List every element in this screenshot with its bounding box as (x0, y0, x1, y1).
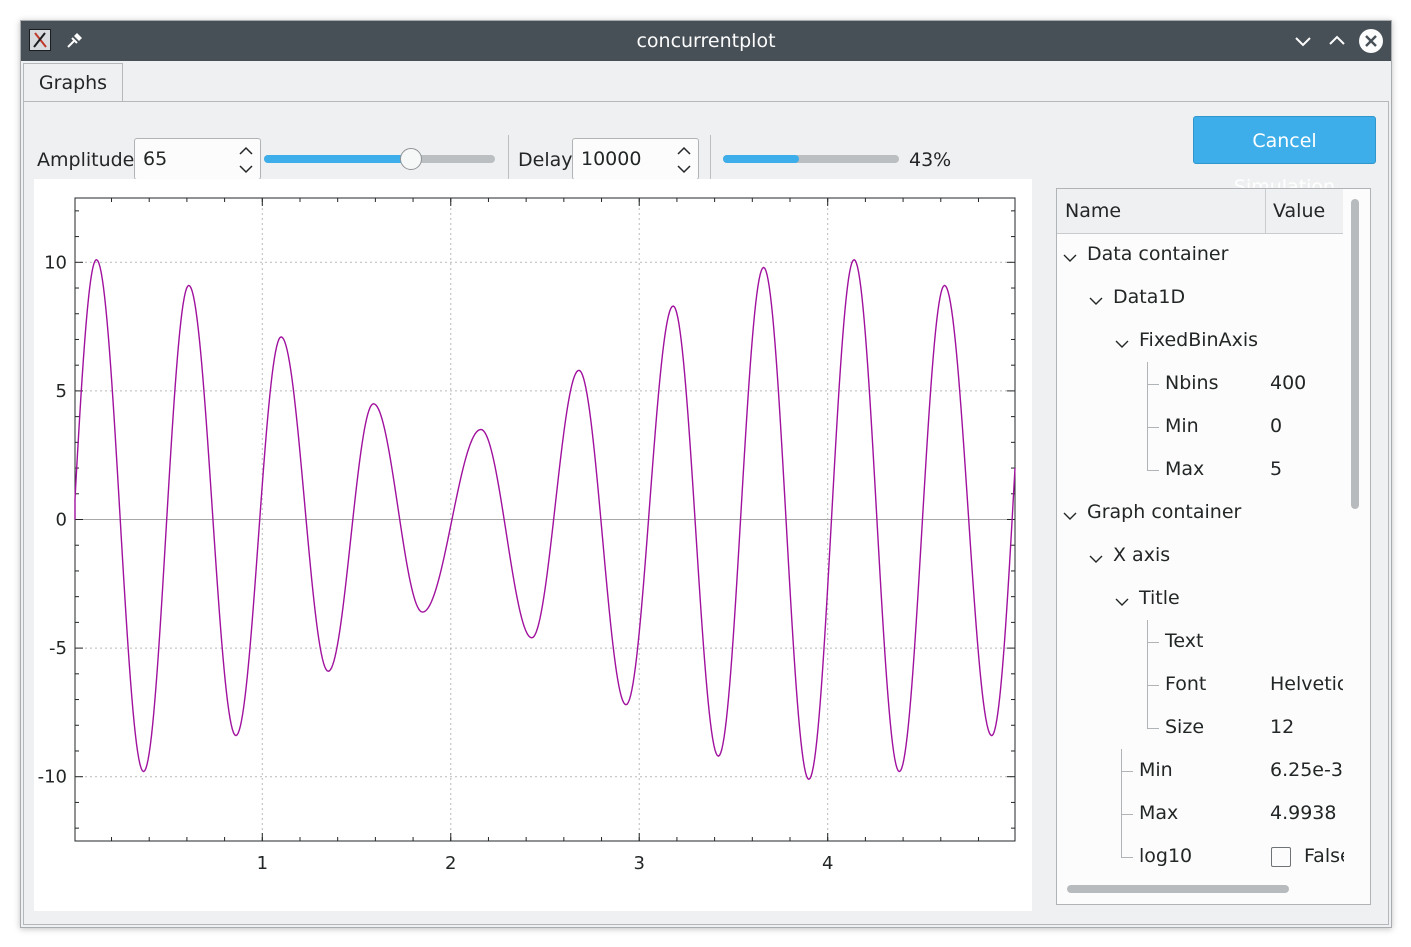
cancel-simulation-button[interactable]: Cancel Simulation (1193, 116, 1376, 198)
tree-guide-line (1147, 706, 1148, 728)
y-tick-label: 5 (56, 381, 67, 402)
tree-item-name: Data1D (1113, 286, 1186, 308)
tree-guide-line (1147, 728, 1159, 729)
y-tick-label: -5 (49, 638, 67, 659)
tree-item-name: Max (1165, 458, 1205, 480)
close-icon[interactable] (1358, 28, 1384, 54)
progress-bar-fill (723, 155, 799, 163)
tree-row[interactable]: Font Helvetica (1057, 663, 1343, 706)
amplitude-spinbox[interactable]: 65 (134, 138, 261, 180)
horizontal-scrollbar[interactable] (1067, 885, 1289, 893)
tree-item-name: log10 (1139, 845, 1193, 867)
tree-row[interactable]: Title (1057, 577, 1343, 620)
tree-guide-line (1147, 448, 1148, 470)
tree-item-value[interactable]: 400 (1270, 372, 1343, 394)
tree-item-name: Min (1139, 759, 1173, 781)
x-tick-label: 4 (822, 853, 833, 874)
tree-row[interactable]: Min 6.25e-3 (1057, 749, 1343, 792)
tree-item-name: Text (1165, 630, 1204, 652)
tree-row[interactable]: Data1D (1057, 276, 1343, 319)
tree-item-name: Data container (1087, 243, 1229, 265)
plot-area[interactable]: 1 2 3 4 10 5 0 -5 -10 (34, 179, 1032, 911)
tree-item-name: X axis (1113, 544, 1171, 566)
chevron-down-icon[interactable] (1089, 549, 1103, 563)
delay-spinbox[interactable]: 10000 (572, 138, 699, 180)
tree-guide-line (1121, 814, 1133, 815)
tree-guide-line (1147, 642, 1159, 643)
tree-guide-line (1147, 427, 1159, 428)
tree-guide-line (1121, 835, 1122, 857)
tree-item-name: Font (1165, 673, 1207, 695)
toolbar-separator (710, 135, 711, 183)
tree-item-value[interactable]: 12 (1270, 716, 1343, 738)
tree-guide-line (1147, 685, 1159, 686)
header-value[interactable]: Value (1273, 189, 1325, 233)
tree-row[interactable]: Nbins 400 (1057, 362, 1343, 405)
tree-item-value[interactable]: 6.25e-3 (1270, 759, 1343, 781)
tab-graphs[interactable]: Graphs (23, 63, 123, 101)
y-tick-label: 0 (56, 510, 67, 531)
toolbar-separator (508, 135, 509, 183)
tree-item-name: Nbins (1165, 372, 1219, 394)
tree-row[interactable]: Size 12 (1057, 706, 1343, 749)
chevron-down-icon[interactable] (1291, 29, 1315, 53)
x-tick-label: 2 (445, 853, 456, 874)
tree-guide-line (1147, 470, 1159, 471)
log10-checkbox[interactable] (1271, 847, 1291, 867)
tree-row[interactable]: Max 4.9938 (1057, 792, 1343, 835)
amplitude-slider-handle[interactable] (399, 148, 422, 170)
tree-row[interactable]: Max 5 (1057, 448, 1343, 491)
tree-item-name: Graph container (1087, 501, 1242, 523)
tree-item-value[interactable]: 4.9938 (1270, 802, 1343, 824)
progress-text: 43% (909, 149, 952, 171)
chevron-down-icon[interactable] (1063, 248, 1077, 262)
tree-item-value[interactable]: 0 (1270, 415, 1343, 437)
graphs-tab-panel: Amplitude 65 Delay 10000 43% Cancel Simu… (23, 101, 1389, 925)
spin-arrows-icon[interactable] (676, 145, 692, 175)
tree-item-name: Size (1165, 716, 1205, 738)
x-tick-label: 1 (257, 853, 268, 874)
tree-row[interactable]: Graph container (1057, 491, 1343, 534)
tree-guide-line (1121, 771, 1133, 772)
tree-item-value[interactable]: 5 (1270, 458, 1343, 480)
tree-item-name: Max (1139, 802, 1179, 824)
tree-guide-line (1121, 857, 1133, 858)
amplitude-slider-fill (264, 155, 411, 163)
header-separator (1265, 189, 1266, 233)
tree-row[interactable]: X axis (1057, 534, 1343, 577)
chevron-down-icon[interactable] (1115, 334, 1129, 348)
tree-row[interactable]: FixedBinAxis (1057, 319, 1343, 362)
tree-row[interactable]: Min 0 (1057, 405, 1343, 448)
tree-item-name: Min (1165, 415, 1199, 437)
line-chart[interactable]: 1 2 3 4 10 5 0 -5 -10 (34, 179, 1032, 911)
tree-item-name: FixedBinAxis (1139, 329, 1259, 351)
tree-row[interactable]: Text (1057, 620, 1343, 663)
tree-guide-line (1147, 384, 1159, 385)
title-bar[interactable]: concurrentplot (21, 21, 1391, 61)
header-name[interactable]: Name (1065, 189, 1121, 233)
tree-row[interactable]: log10 False (1057, 835, 1344, 878)
delay-value[interactable]: 10000 (581, 148, 641, 170)
y-tick-label: 10 (44, 252, 67, 273)
y-tick-label: -10 (38, 767, 67, 788)
tree-row[interactable]: Data container (1057, 233, 1343, 276)
tree-item-name: Title (1139, 587, 1180, 609)
vertical-scrollbar[interactable] (1351, 199, 1359, 509)
tree-item-value: False (1304, 845, 1344, 867)
amplitude-value[interactable]: 65 (143, 148, 167, 170)
window-title: concurrentplot (636, 30, 776, 52)
chevron-up-icon[interactable] (1325, 29, 1349, 53)
spin-arrows-icon[interactable] (238, 145, 254, 175)
chevron-down-icon[interactable] (1063, 506, 1077, 520)
delay-label: Delay (518, 149, 573, 171)
app-window: concurrentplot Graphs Amplitude 65 Delay… (20, 20, 1392, 928)
chevron-down-icon[interactable] (1115, 592, 1129, 606)
property-tree[interactable]: Name Value Data container Data1D FixedBinA… (1056, 188, 1371, 905)
chevron-down-icon[interactable] (1089, 291, 1103, 305)
tree-item-value[interactable]: Helvetica (1270, 673, 1343, 695)
x-tick-label: 3 (634, 853, 645, 874)
amplitude-label: Amplitude (37, 149, 135, 171)
tree-header: Name Value (1057, 189, 1343, 234)
